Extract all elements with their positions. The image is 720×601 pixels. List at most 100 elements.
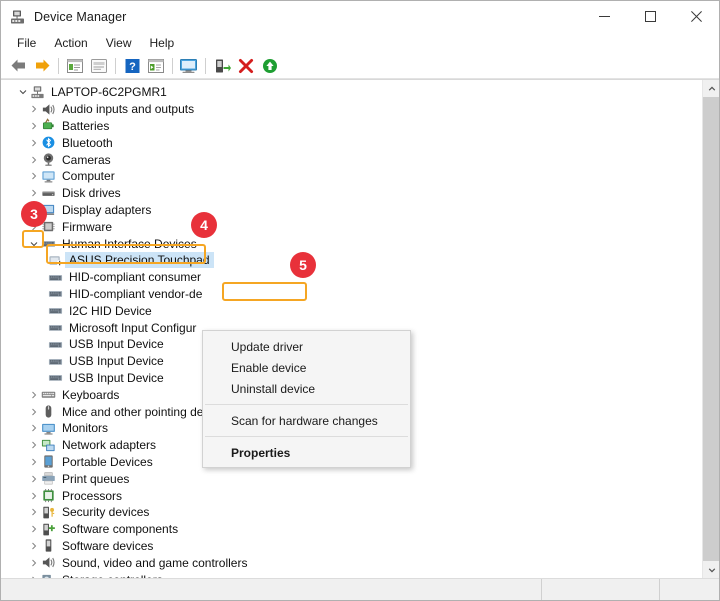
- mouse-icon: [41, 404, 58, 419]
- camera-icon: [41, 152, 58, 167]
- chevron-right-icon[interactable]: [26, 492, 41, 500]
- context-menu-item-scan-for-hardware-changes[interactable]: Scan for hardware changes: [203, 410, 410, 431]
- tree-node-security-devices[interactable]: Security devices: [15, 504, 702, 521]
- tree-node-software-devices[interactable]: Software devices: [15, 538, 702, 555]
- context-menu-separator: [205, 404, 408, 405]
- chevron-right-icon[interactable]: [26, 542, 41, 550]
- tree-label: LAPTOP-6C2PGMR1: [51, 85, 167, 100]
- chevron-right-icon[interactable]: [26, 172, 41, 180]
- context-menu[interactable]: Update driver Enable device Uninstall de…: [202, 330, 411, 468]
- tree-label: Cameras: [62, 152, 111, 167]
- tree-label: Security devices: [62, 505, 150, 520]
- menu-view[interactable]: View: [97, 34, 141, 52]
- tree-node-print-queues[interactable]: Print queues: [15, 470, 702, 487]
- tree-node-disk-drives[interactable]: Disk drives: [15, 185, 702, 202]
- context-menu-item-enable-device[interactable]: Enable device: [203, 357, 410, 378]
- uninstall-device-icon[interactable]: [234, 55, 258, 77]
- view-devices-icon[interactable]: [144, 55, 168, 77]
- tree-node-batteries[interactable]: Batteries: [15, 118, 702, 135]
- chevron-right-icon[interactable]: [26, 424, 41, 432]
- toolbar-separator: [172, 57, 173, 74]
- tree-label: Human Interface Devices: [62, 236, 197, 251]
- tree-node-cameras[interactable]: Cameras: [15, 151, 702, 168]
- chevron-right-icon[interactable]: [26, 458, 41, 466]
- maximize-button[interactable]: [627, 1, 673, 32]
- close-button[interactable]: [673, 1, 719, 32]
- tree-node-sound-video-game-controllers[interactable]: Sound, video and game controllers: [15, 554, 702, 571]
- back-icon[interactable]: [6, 55, 30, 77]
- tree-label: Monitors: [62, 421, 109, 436]
- tree-label: HID-compliant vendor-de: [69, 286, 203, 301]
- chevron-up-icon[interactable]: [703, 80, 719, 97]
- tree-label: Network adapters: [62, 438, 157, 453]
- chevron-right-icon[interactable]: [26, 576, 41, 578]
- disable-device-icon[interactable]: [210, 55, 234, 77]
- toolbar-separator: [205, 57, 206, 74]
- tree-label: Keyboards: [62, 387, 120, 402]
- tree-label: Print queues: [62, 471, 130, 486]
- step-badge-4: 4: [191, 212, 217, 238]
- minimize-button[interactable]: [581, 1, 627, 32]
- properties-icon[interactable]: [63, 55, 87, 77]
- scan-hardware-icon[interactable]: [177, 55, 201, 77]
- enable-device-icon[interactable]: [258, 55, 282, 77]
- title-bar: Device Manager: [1, 1, 719, 32]
- tree-label: USB Input Device: [69, 370, 164, 385]
- chevron-right-icon[interactable]: [26, 441, 41, 449]
- tree-node-hid-compliant-consumer[interactable]: HID-compliant consumer: [15, 269, 702, 286]
- menu-action[interactable]: Action: [45, 34, 96, 52]
- scrollbar-thumb[interactable]: [703, 97, 719, 574]
- chevron-down-icon[interactable]: [15, 88, 30, 96]
- menu-file[interactable]: File: [8, 34, 45, 52]
- menu-help[interactable]: Help: [141, 34, 184, 52]
- tree-node-firmware[interactable]: Firmware: [15, 218, 702, 235]
- tree-label: Microsoft Input Configur: [69, 320, 197, 335]
- context-menu-item-uninstall-device[interactable]: Uninstall device: [203, 378, 410, 399]
- toolbar-separator: [115, 57, 116, 74]
- storage-controller-icon: [41, 572, 58, 578]
- tree-node-i2c-hid-device[interactable]: I2C HID Device: [15, 302, 702, 319]
- tree-label: Firmware: [62, 219, 112, 234]
- device-manager-icon: [10, 9, 26, 25]
- chevron-right-icon[interactable]: [26, 156, 41, 164]
- tree-node-software-components[interactable]: Software components: [15, 521, 702, 538]
- chevron-right-icon[interactable]: [26, 408, 41, 416]
- chevron-right-icon[interactable]: [26, 105, 41, 113]
- tree-node-asus-precision-touchpad[interactable]: ASUS Precision Touchpad: [15, 252, 702, 269]
- chevron-right-icon[interactable]: [26, 122, 41, 130]
- chevron-right-icon[interactable]: [26, 475, 41, 483]
- hid-icon: [48, 270, 65, 285]
- tree-node-display-adapters[interactable]: Display adapters: [15, 202, 702, 219]
- tree-node-audio[interactable]: Audio inputs and outputs: [15, 101, 702, 118]
- hid-icon: [41, 236, 58, 251]
- forward-icon[interactable]: [30, 55, 54, 77]
- status-bar-cell: [541, 579, 659, 600]
- tree-node-human-interface-devices[interactable]: Human Interface Devices: [15, 235, 702, 252]
- chevron-right-icon[interactable]: [26, 189, 41, 197]
- toolbar: ?: [1, 53, 719, 79]
- chevron-right-icon[interactable]: [26, 508, 41, 516]
- tree-node-storage-controllers[interactable]: Storage controllers: [15, 571, 702, 578]
- tree-node-computer[interactable]: Computer: [15, 168, 702, 185]
- tree-node-hid-compliant-vendor[interactable]: HID-compliant vendor-de: [15, 286, 702, 303]
- context-menu-item-update-driver[interactable]: Update driver: [203, 336, 410, 357]
- update-driver-icon[interactable]: [87, 55, 111, 77]
- tree-node-processors[interactable]: Processors: [15, 487, 702, 504]
- chevron-right-icon[interactable]: [26, 525, 41, 533]
- svg-text:?: ?: [129, 61, 136, 73]
- chevron-right-icon[interactable]: [26, 139, 41, 147]
- network-adapter-icon: [41, 438, 58, 453]
- chevron-down-icon[interactable]: [703, 561, 719, 578]
- chevron-right-icon[interactable]: [26, 391, 41, 399]
- tree-node-bluetooth[interactable]: Bluetooth: [15, 134, 702, 151]
- tree-root-node[interactable]: LAPTOP-6C2PGMR1: [15, 84, 702, 101]
- tree-label: Disk drives: [62, 186, 121, 201]
- tree-label: Storage controllers: [58, 573, 163, 579]
- help-icon[interactable]: ?: [120, 55, 144, 77]
- tree-label: Batteries: [62, 118, 110, 133]
- hid-icon: [48, 354, 65, 369]
- vertical-scrollbar[interactable]: [702, 80, 719, 578]
- context-menu-item-properties[interactable]: Properties: [203, 442, 410, 463]
- chevron-down-icon[interactable]: [26, 240, 41, 248]
- chevron-right-icon[interactable]: [26, 559, 41, 567]
